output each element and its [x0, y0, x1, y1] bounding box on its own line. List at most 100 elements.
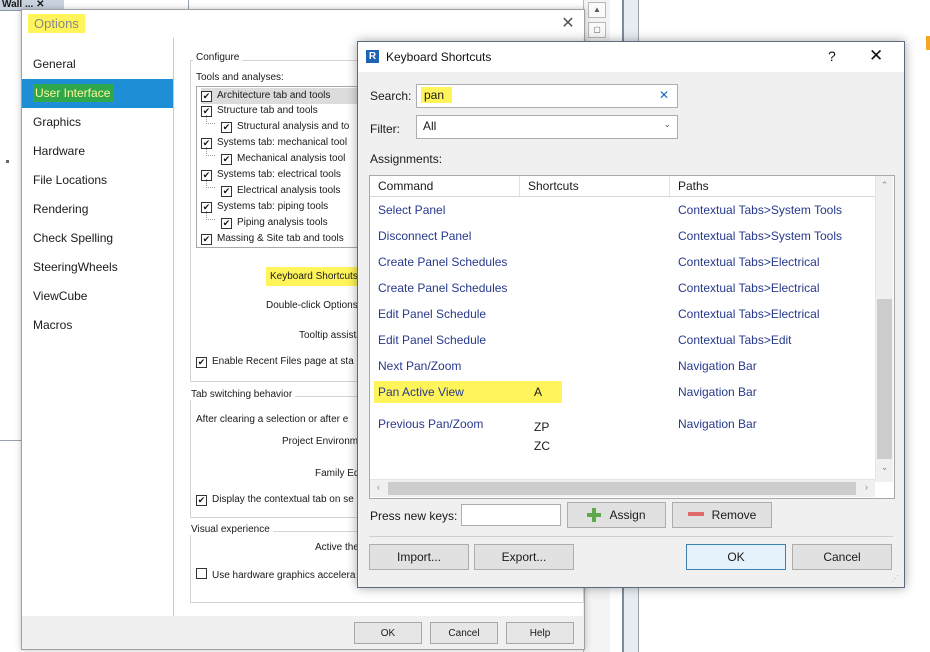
path-cell: Navigation Bar [678, 385, 757, 399]
search-label: Search: [370, 89, 412, 103]
options-title: Options [28, 14, 85, 33]
checkbox-checked-icon[interactable]: ✔ [201, 234, 212, 245]
table-row[interactable]: Edit Panel Schedule Contextual Tabs>Elec… [370, 306, 875, 332]
table-row[interactable]: Edit Panel Schedule Contextual Tabs>Edit [370, 332, 875, 358]
tool-item[interactable]: ✔ Systems tab: piping tools [201, 199, 328, 215]
tool-item[interactable]: ✔ Massing & Site tab and tools [201, 231, 344, 247]
close-icon[interactable]: ✕ [558, 14, 578, 34]
nav-item-general[interactable]: General [22, 50, 173, 79]
path-cell: Contextual Tabs>Electrical [678, 281, 820, 295]
column-header-shortcuts[interactable]: Shortcuts [520, 176, 670, 196]
assign-button[interactable]: Assign [567, 502, 666, 528]
filter-value: All [423, 119, 437, 133]
filter-select[interactable]: All ⌄ [416, 115, 678, 139]
checkbox-checked-icon[interactable]: ✔ [221, 122, 232, 133]
remove-button[interactable]: Remove [672, 502, 772, 528]
tool-label: Systems tab: piping tools [217, 201, 329, 212]
revit-logo-icon: R [366, 50, 379, 63]
background-accent [926, 36, 930, 50]
tool-item[interactable]: ✔ Electrical analysis tools [221, 183, 340, 199]
checkbox-checked-icon[interactable]: ✔ [196, 357, 207, 368]
horizontal-scrollbar[interactable]: ‹ › [370, 479, 875, 497]
search-input[interactable]: pan ✕ [416, 84, 678, 108]
nav-item-hardware[interactable]: Hardware [22, 137, 173, 166]
scroll-down-icon[interactable]: ⌄ [876, 462, 893, 473]
command-cell: Create Panel Schedules [378, 281, 508, 295]
table-row[interactable]: Previous Pan/Zoom ZP ZC Navigation Bar [370, 416, 875, 460]
nav-item-label: User Interface [33, 84, 115, 102]
nav-item-macros[interactable]: Macros [22, 311, 173, 340]
options-help-button[interactable]: Help [506, 622, 574, 644]
view-cube-icon[interactable]: ▢ [588, 22, 606, 38]
tree-connector [206, 179, 215, 188]
checkbox-checked-icon[interactable]: ✔ [221, 154, 232, 165]
tool-item[interactable]: ✔ Mechanical analysis tool [221, 151, 345, 167]
nav-item-graphics[interactable]: Graphics [22, 108, 173, 137]
path-cell: Navigation Bar [678, 417, 757, 431]
display-contextual-label: Display the contextual tab on se [212, 494, 354, 505]
remove-label: Remove [711, 508, 757, 522]
shortcut-cell: ZC [534, 439, 550, 453]
table-row[interactable]: Disconnect Panel Contextual Tabs>System … [370, 228, 875, 254]
assignments-table[interactable]: Command Shortcuts Paths Select Panel Con… [369, 175, 895, 499]
background-marker [6, 160, 9, 163]
import-button[interactable]: Import... [369, 544, 469, 570]
scroll-up-icon[interactable]: ▲ [588, 2, 606, 18]
plus-icon [587, 508, 602, 522]
clear-search-icon[interactable]: ✕ [659, 88, 669, 102]
double-click-options-button[interactable]: Double-click Options [266, 300, 358, 311]
table-row-highlighted[interactable]: Pan Active View A Navigation Bar [370, 381, 875, 410]
table-row[interactable]: Select Panel Contextual Tabs>System Tool… [370, 202, 875, 228]
hardware-graphics-checkbox[interactable]: Use hardware graphics accelera [196, 568, 355, 581]
scroll-up-icon[interactable]: ⌃ [876, 180, 893, 191]
tools-label: Tools and analyses: [196, 72, 284, 83]
checkbox-checked-icon[interactable]: ✔ [221, 218, 232, 229]
options-cancel-button[interactable]: Cancel [430, 622, 498, 644]
tool-item[interactable]: ✔ Architecture tab and tools [201, 88, 367, 104]
tool-item[interactable]: ✔ Structural analysis and to [221, 119, 349, 135]
scroll-left-icon[interactable]: ‹ [370, 482, 387, 492]
table-row[interactable]: Create Panel Schedules Contextual Tabs>E… [370, 254, 875, 280]
nav-item-file-locations[interactable]: File Locations [22, 166, 173, 195]
shortcuts-titlebar: R Keyboard Shortcuts ? ✕ [358, 42, 904, 72]
background-divider [0, 440, 21, 441]
scroll-right-icon[interactable]: › [858, 482, 875, 492]
tool-label: Electrical analysis tools [237, 185, 341, 196]
column-header-paths[interactable]: Paths [670, 176, 875, 196]
path-cell: Navigation Bar [678, 359, 757, 373]
help-icon[interactable]: ? [828, 48, 836, 64]
nav-item-user-interface[interactable]: User Interface [22, 79, 173, 108]
column-header-command[interactable]: Command [370, 176, 520, 196]
checkbox-unchecked-icon[interactable] [196, 568, 207, 579]
tools-list[interactable]: ✔ Architecture tab and tools ✔ Structure t… [196, 86, 368, 248]
display-contextual-checkbox[interactable]: ✔ Display the contextual tab on se [196, 494, 354, 506]
command-cell: Select Panel [378, 203, 446, 217]
tool-item[interactable]: ✔ Structure tab and tools [201, 103, 318, 119]
scroll-thumb[interactable] [877, 299, 892, 459]
table-header: Command Shortcuts Paths [370, 176, 875, 197]
tool-item[interactable]: ✔ Systems tab: mechanical tool [201, 135, 347, 151]
keyboard-shortcuts-button[interactable]: Keyboard Shortcuts [266, 267, 362, 286]
nav-item-steeringwheels[interactable]: SteeringWheels [22, 253, 173, 282]
path-cell: Contextual Tabs>Electrical [678, 255, 820, 269]
options-ok-button[interactable]: OK [354, 622, 422, 644]
cancel-button[interactable]: Cancel [792, 544, 892, 570]
checkbox-checked-icon[interactable]: ✔ [201, 91, 212, 102]
close-icon[interactable]: ✕ [869, 46, 883, 66]
tool-item[interactable]: ✔ Systems tab: electrical tools [201, 167, 341, 183]
tool-label: Massing & Site tab and tools [217, 233, 344, 244]
export-button[interactable]: Export... [474, 544, 574, 570]
checkbox-checked-icon[interactable]: ✔ [196, 495, 207, 506]
nav-item-rendering[interactable]: Rendering [22, 195, 173, 224]
vertical-scrollbar[interactable]: ⌃ ⌄ [875, 176, 893, 482]
recent-files-checkbox[interactable]: ✔ Enable Recent Files page at sta [196, 356, 354, 368]
checkbox-checked-icon[interactable]: ✔ [221, 186, 232, 197]
nav-item-viewcube[interactable]: ViewCube [22, 282, 173, 311]
tool-item[interactable]: ✔ Piping analysis tools [221, 215, 328, 231]
ok-button[interactable]: OK [686, 544, 786, 570]
new-keys-input[interactable] [461, 504, 561, 526]
resize-grip-icon[interactable]: ⋰ [891, 574, 901, 584]
scroll-thumb[interactable] [388, 482, 856, 495]
nav-item-check-spelling[interactable]: Check Spelling [22, 224, 173, 253]
table-row[interactable]: Create Panel Schedules Contextual Tabs>E… [370, 280, 875, 306]
